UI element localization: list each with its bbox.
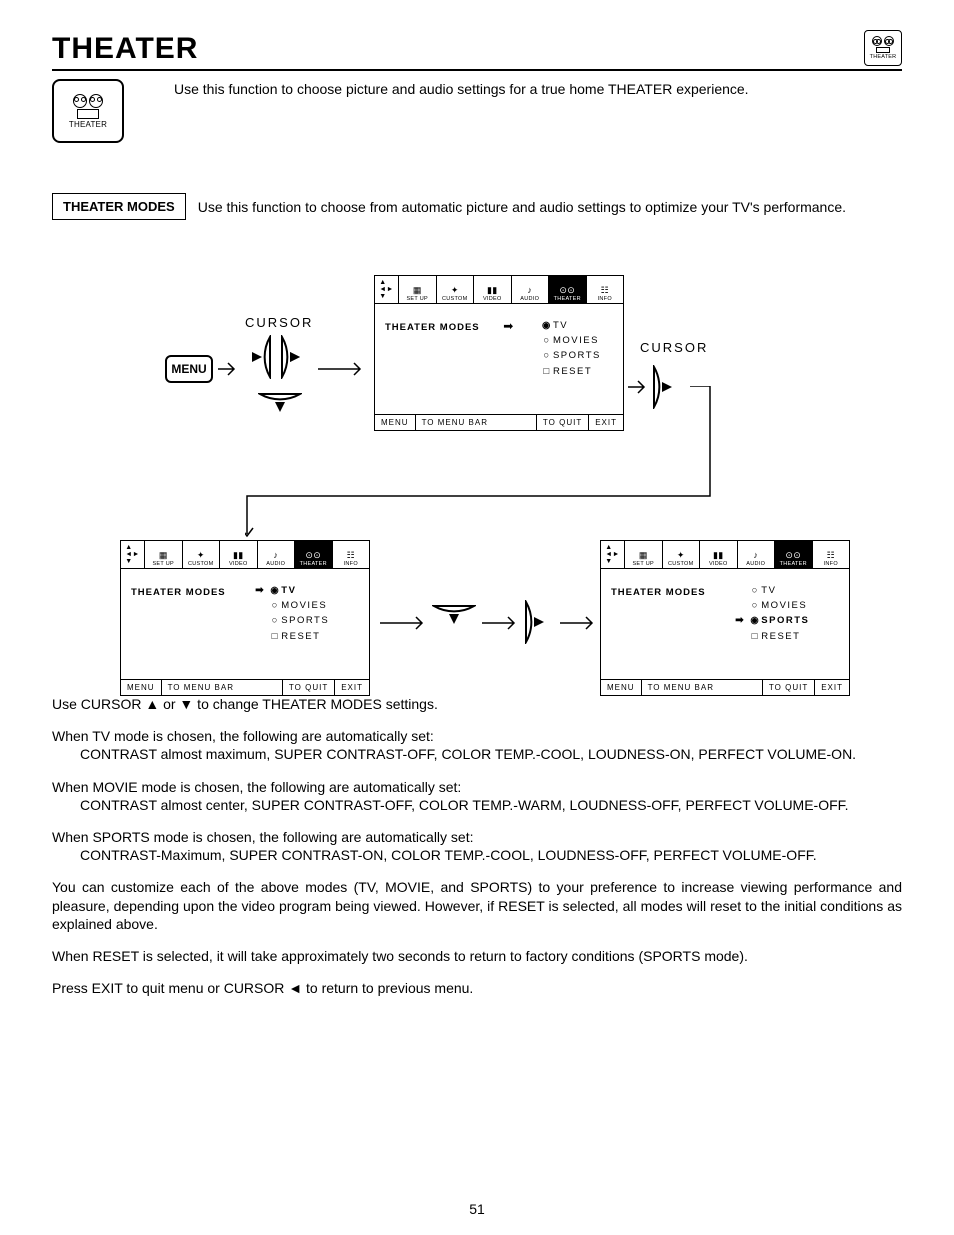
- menu-screen-3: ▲◄►▼ ▦SET UP ✦CUSTOM ▮▮VIDEO ♪AUDIO ⊙⊙TH…: [600, 540, 850, 696]
- body-p4a: When SPORTS mode is chosen, the followin…: [52, 828, 902, 846]
- theater-icon-label: THEATER: [69, 120, 107, 129]
- body-p2b: CONTRAST almost maximum, SUPER CONTRAST-…: [52, 745, 902, 763]
- page-title: THEATER: [52, 32, 198, 66]
- tab-row: ▲◄►▼ ▦SET UP ✦CUSTOM ▮▮VIDEO ♪AUDIO ⊙⊙TH…: [375, 276, 623, 304]
- menu-options: ◉TV ○MOVIES ○SPORTS □RESET: [541, 318, 601, 379]
- cursor-left-button[interactable]: [240, 335, 274, 379]
- menu-screen-2: ▲◄►▼ ▦SET UP ✦CUSTOM ▮▮VIDEO ♪AUDIO ⊙⊙TH…: [120, 540, 370, 696]
- tab-setup: ▦SET UP: [145, 541, 183, 569]
- cursor-right-button[interactable]: [278, 335, 312, 379]
- cursor-down-button[interactable]: [432, 602, 476, 636]
- tab-video: ▮▮VIDEO: [474, 276, 512, 304]
- theater-icon-label: THEATER: [870, 54, 897, 60]
- arrow-right-icon: ➡: [503, 319, 513, 333]
- body-p2a: When TV mode is chosen, the following ar…: [52, 727, 902, 745]
- tab-audio: ♪AUDIO: [512, 276, 550, 304]
- body-p5: You can customize each of the above mode…: [52, 878, 902, 933]
- theater-modes-desc: Use this function to choose from automat…: [198, 199, 846, 215]
- theater-modes-row: THEATER MODES Use this function to choos…: [52, 193, 902, 220]
- flow-arrow-icon: [316, 360, 366, 378]
- flow-arrow-icon: [558, 614, 598, 632]
- page-header: THEATER THEATER: [52, 30, 902, 71]
- cursor-label: CURSOR: [245, 315, 313, 330]
- menu-heading: THEATER MODES: [385, 322, 480, 333]
- page-number: 51: [0, 1201, 954, 1217]
- tab-theater: ⊙⊙THEATER: [775, 541, 813, 569]
- tab-info: ☷INFO: [587, 276, 624, 304]
- intro-row: THEATER Use this function to choose pict…: [52, 79, 902, 143]
- intro-text: Use this function to choose picture and …: [174, 79, 749, 97]
- flow-arrow-icon: [216, 360, 240, 378]
- body-p6: When RESET is selected, it will take app…: [52, 947, 902, 965]
- tab-audio: ♪AUDIO: [738, 541, 776, 569]
- menu-heading: THEATER MODES: [611, 587, 706, 598]
- body-p3b: CONTRAST almost center, SUPER CONTRAST-O…: [52, 796, 902, 814]
- theater-icon: THEATER: [864, 30, 902, 66]
- menu-heading: THEATER MODES: [131, 587, 226, 598]
- nav-arrows-icon: ▲◄►▼: [375, 276, 399, 304]
- body-p7: Press EXIT to quit menu or CURSOR ◄ to r…: [52, 979, 902, 997]
- tab-custom: ✦CUSTOM: [437, 276, 475, 304]
- tab-setup: ▦SET UP: [399, 276, 437, 304]
- theater-intro-icon: THEATER: [52, 79, 124, 143]
- body-p1: Use CURSOR ▲ or ▼ to change THEATER MODE…: [52, 695, 902, 713]
- tab-theater: ⊙⊙THEATER: [549, 276, 587, 304]
- flow-line: [245, 386, 715, 546]
- nav-arrows-icon: ▲◄►▼: [121, 541, 145, 569]
- menu-button[interactable]: MENU: [165, 355, 213, 383]
- body-p3a: When MOVIE mode is chosen, the following…: [52, 778, 902, 796]
- cursor-right-button[interactable]: [522, 600, 556, 644]
- cursor-label: CURSOR: [640, 340, 708, 355]
- tab-custom: ✦CUSTOM: [183, 541, 221, 569]
- flow-arrow-icon: [378, 614, 428, 632]
- body-text: Use CURSOR ▲ or ▼ to change THEATER MODE…: [52, 695, 902, 997]
- theater-modes-label: THEATER MODES: [52, 193, 186, 220]
- body-p4b: CONTRAST-Maximum, SUPER CONTRAST-ON, COL…: [52, 846, 902, 864]
- flow-arrow-icon: [480, 614, 520, 632]
- tab-info: ☷INFO: [813, 541, 850, 569]
